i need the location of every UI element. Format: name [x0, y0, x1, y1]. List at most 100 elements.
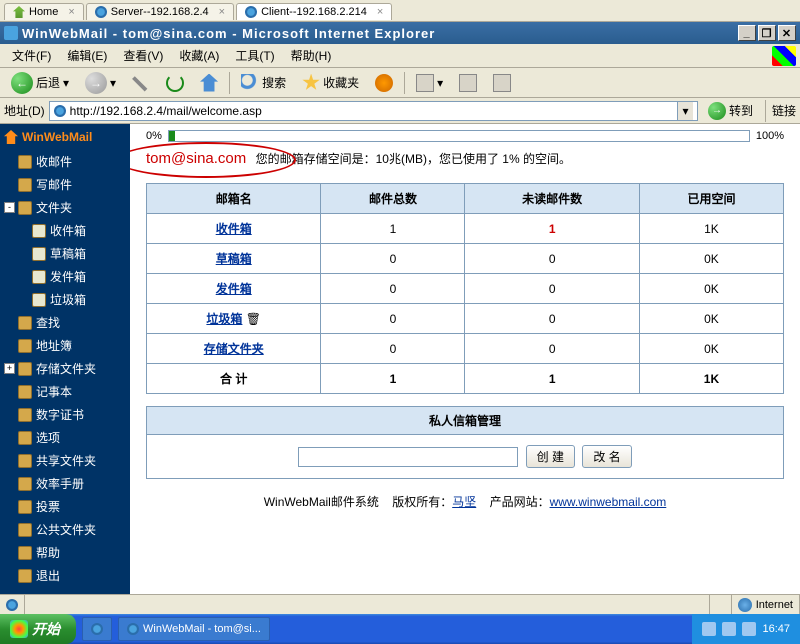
minimize-button[interactable]: _	[738, 25, 756, 41]
toolbar: ←后退 ▾ → ▾ 搜索 收藏夹 ▾	[0, 68, 800, 98]
mailbox-link[interactable]: 发件箱	[216, 282, 252, 296]
mailbox-link[interactable]: 存储文件夹	[204, 342, 264, 356]
back-icon: ←	[11, 72, 33, 94]
close-icon[interactable]: ×	[68, 6, 74, 18]
quota-row: 0% 100%	[146, 130, 784, 142]
trash-icon[interactable]: 🗑	[242, 312, 261, 326]
tab-server[interactable]: Server--192.168.2.4×	[86, 3, 234, 20]
tray-icon[interactable]	[742, 622, 756, 636]
forward-button[interactable]: → ▾	[78, 69, 123, 97]
sidebar-item[interactable]: 选项	[0, 426, 130, 449]
folder-icon	[18, 500, 32, 514]
windows-icon	[10, 620, 28, 638]
close-icon[interactable]: ×	[219, 6, 225, 18]
sidebar-item[interactable]: +存储文件夹	[0, 357, 130, 380]
sidebar-item[interactable]: 退出	[0, 564, 130, 587]
chevron-down-icon: ▾	[110, 76, 116, 90]
tray-icon[interactable]	[722, 622, 736, 636]
mail-button[interactable]: ▾	[409, 71, 450, 95]
sidebar-label: 收件箱	[50, 222, 86, 239]
refresh-icon	[166, 74, 184, 92]
history-icon	[375, 74, 393, 92]
system-tray[interactable]: 16:47	[692, 614, 800, 644]
sidebar-label: 共享文件夹	[36, 452, 96, 469]
sidebar-label: 地址簿	[36, 337, 72, 354]
sidebar-label: 效率手册	[36, 475, 84, 492]
sidebar-item[interactable]: 发件箱	[0, 265, 130, 288]
address-input[interactable]: http://192.168.2.4/mail/welcome.asp ▾	[49, 101, 698, 121]
table-row: 存储文件夹000K	[147, 334, 784, 364]
favorites-button[interactable]: 收藏夹	[295, 71, 366, 95]
window-title-bar: WinWebMail - tom@sina.com - Microsoft In…	[0, 22, 800, 44]
sidebar-label: 写邮件	[36, 176, 72, 193]
status-zone: Internet	[732, 595, 800, 614]
sidebar-item[interactable]: 垃圾箱	[0, 288, 130, 311]
sidebar-item[interactable]: 数字证书	[0, 403, 130, 426]
address-dropdown[interactable]: ▾	[677, 102, 693, 120]
maximize-button[interactable]: ❐	[758, 25, 776, 41]
search-button[interactable]: 搜索	[234, 71, 293, 95]
ie-icon	[245, 6, 257, 18]
app-icon	[4, 26, 18, 40]
tray-icon[interactable]	[702, 622, 716, 636]
sidebar-item[interactable]: -文件夹	[0, 196, 130, 219]
sidebar-item[interactable]: 收邮件	[0, 150, 130, 173]
edit-button[interactable]	[486, 71, 518, 95]
close-icon[interactable]: ×	[377, 6, 383, 18]
tab-home[interactable]: Home×	[4, 3, 84, 20]
go-button[interactable]: →转到	[702, 101, 759, 121]
sidebar-item[interactable]: 查找	[0, 311, 130, 334]
print-button[interactable]	[452, 71, 484, 95]
sidebar-item[interactable]: 投票	[0, 495, 130, 518]
table-row: 发件箱000K	[147, 274, 784, 304]
sidebar-item[interactable]: 草稿箱	[0, 242, 130, 265]
taskbar-item[interactable]: WinWebMail - tom@si...	[118, 617, 270, 641]
menu-favorites[interactable]: 收藏(A)	[171, 45, 227, 66]
sidebar-item[interactable]: 收件箱	[0, 219, 130, 242]
back-button[interactable]: ←后退 ▾	[4, 69, 76, 97]
task-quick1[interactable]	[82, 617, 112, 641]
tab-client[interactable]: Client--192.168.2.214×	[236, 3, 392, 20]
refresh-button[interactable]	[159, 71, 191, 95]
sidebar-item[interactable]: 记事本	[0, 380, 130, 403]
sidebar-item[interactable]: 写邮件	[0, 173, 130, 196]
rename-button[interactable]: 改 名	[582, 445, 631, 468]
create-button[interactable]: 创 建	[526, 445, 575, 468]
sidebar-item[interactable]: 公共文件夹	[0, 518, 130, 541]
links-label[interactable]: 链接	[772, 102, 796, 119]
folder-icon	[18, 201, 32, 215]
home-button[interactable]	[193, 71, 225, 95]
private-name-input[interactable]	[298, 447, 518, 467]
menu-edit[interactable]: 编辑(E)	[59, 45, 115, 66]
sidebar-item[interactable]: 地址簿	[0, 334, 130, 357]
mailbox-link[interactable]: 草稿箱	[216, 252, 252, 266]
status-text	[25, 595, 710, 614]
home-icon	[13, 6, 25, 18]
footer: WinWebMail邮件系统 版权所有：马坚 产品网站：www.winwebma…	[146, 493, 784, 510]
brand: WinWebMail	[0, 124, 130, 150]
site-link[interactable]: www.winwebmail.com	[550, 495, 667, 509]
sidebar-item[interactable]: 帮助	[0, 541, 130, 564]
status-seg	[710, 595, 732, 614]
menu-view[interactable]: 查看(V)	[115, 45, 171, 66]
owner-link[interactable]: 马坚	[452, 495, 476, 509]
menu-help[interactable]: 帮助(H)	[283, 45, 340, 66]
history-button[interactable]	[368, 71, 400, 95]
mailbox-link[interactable]: 垃圾箱	[206, 312, 242, 326]
sidebar-item[interactable]: 效率手册	[0, 472, 130, 495]
table-row: 垃圾箱 🗑000K	[147, 304, 784, 334]
sidebar: WinWebMail 收邮件写邮件 -文件夹收件箱草稿箱发件箱垃圾箱查找地址簿 +存…	[0, 124, 130, 594]
tree-toggle[interactable]: -	[4, 202, 15, 213]
start-button[interactable]: 开始	[0, 614, 76, 644]
chevron-down-icon: ▾	[63, 76, 69, 90]
home-icon	[200, 74, 218, 92]
menu-tools[interactable]: 工具(T)	[227, 45, 282, 66]
ie-icon	[91, 623, 103, 635]
stop-button[interactable]	[125, 71, 157, 95]
search-icon	[241, 74, 259, 92]
sidebar-item[interactable]: 共享文件夹	[0, 449, 130, 472]
mailbox-link[interactable]: 收件箱	[216, 222, 252, 236]
tree-toggle[interactable]: +	[4, 363, 15, 374]
menu-file[interactable]: 文件(F)	[4, 45, 59, 66]
close-button[interactable]: ✕	[778, 25, 796, 41]
